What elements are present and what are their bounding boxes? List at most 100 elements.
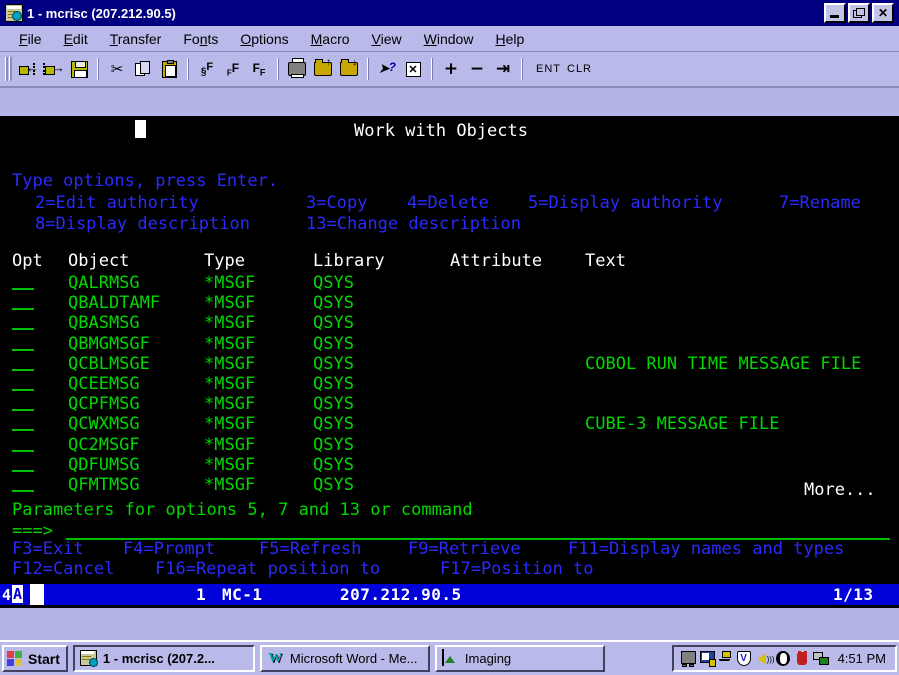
open-folder-up-icon[interactable]: ↑ <box>310 56 336 82</box>
cell-library: QSYS <box>313 475 354 495</box>
start-button[interactable]: Start <box>2 645 68 672</box>
column-header-opt: Opt <box>12 251 43 271</box>
paste-icon[interactable] <box>156 56 182 82</box>
option-7-rename: 7=Rename <box>779 193 861 213</box>
oia-indicators: 4A <box>2 584 24 605</box>
menu-fonts[interactable]: Fonts <box>172 29 229 49</box>
opt-input-field[interactable] <box>12 368 34 371</box>
option-13-change-description: 13=Change description <box>306 214 521 234</box>
oia-system-name: MC-1 <box>222 585 263 604</box>
oia-host-address: 207.212.90.5 <box>340 585 462 604</box>
save-icon[interactable] <box>66 56 92 82</box>
toolbar-separator-4 <box>367 58 369 80</box>
display-properties-icon[interactable] <box>680 650 697 667</box>
taskbar-item-mcrisc[interactable]: 1 - mcrisc (207.2... <box>72 645 255 672</box>
opt-input-field[interactable] <box>12 449 34 452</box>
oia-shift-indicator: 4 <box>2 585 12 604</box>
terminal-screen[interactable]: Work with Objects Type options, press En… <box>0 116 899 580</box>
menu-view-label: iew <box>380 30 402 47</box>
opt-input-field[interactable] <box>12 469 34 472</box>
window-titlebar: 1 - mcrisc (207.212.90.5) ✕ <box>0 0 899 26</box>
toolbar-separator-6 <box>521 58 523 80</box>
menu-options-label: ptions <box>251 30 289 47</box>
fkey-f16-repeat[interactable]: F16=Repeat position to <box>155 557 380 580</box>
close-button[interactable]: ✕ <box>872 3 894 23</box>
taskbar-item-label: 1 - mcrisc (207.2... <box>102 651 215 666</box>
menu-edit-label: dit <box>72 30 88 47</box>
tab-icon[interactable]: ⇥ <box>490 56 516 82</box>
antivirus-shield-icon[interactable]: V <box>736 650 754 667</box>
send-file-icon[interactable]: → <box>40 56 66 82</box>
toolbar-separator-1 <box>97 58 99 80</box>
menu-file[interactable]: File <box>8 29 53 49</box>
print-icon[interactable] <box>284 56 310 82</box>
restore-button[interactable] <box>848 3 870 23</box>
windows-logo-icon <box>7 650 24 667</box>
network-connection-icon[interactable] <box>812 651 830 667</box>
context-help-icon[interactable]: ➤? <box>374 56 400 82</box>
volume-speaker-icon[interactable]: ))) <box>756 651 775 667</box>
option-8-display-description: 8=Display description <box>35 214 250 234</box>
menu-options[interactable]: Options <box>229 29 299 49</box>
taskbar-item-word[interactable]: W Microsoft Word - Me... <box>259 645 430 672</box>
opt-input-field[interactable] <box>12 409 34 412</box>
cut-icon[interactable]: ✂ <box>104 56 130 82</box>
taskbar-item-label: Imaging <box>464 651 512 666</box>
menu-view[interactable]: View <box>361 29 413 49</box>
toolbar-separator-2 <box>187 58 189 80</box>
opt-input-field[interactable] <box>12 389 34 391</box>
fkey-f11-display-names[interactable]: F11=Display names and types <box>568 537 844 562</box>
minimize-button[interactable] <box>824 3 846 23</box>
oia-session-id: 1 <box>196 585 207 604</box>
menu-file-label: ile <box>27 30 42 47</box>
menu-window[interactable]: Window <box>413 29 485 49</box>
opt-input-field[interactable] <box>12 490 34 492</box>
cell-text: COBOL RUN TIME MESSAGE FILE <box>585 353 862 374</box>
opt-input-field[interactable] <box>12 288 34 290</box>
opt-input-field[interactable] <box>12 348 34 351</box>
zoom-in-icon[interactable]: + <box>438 56 464 82</box>
menu-transfer-label: ransfer <box>117 30 162 47</box>
font-size-small-icon[interactable]: §F <box>194 56 220 82</box>
stop-icon[interactable]: ✕ <box>400 56 426 82</box>
taskbar-item-imaging[interactable]: Imaging <box>434 645 605 672</box>
imaging-icon <box>441 649 460 667</box>
fkey-f17-position[interactable]: F17=Position to <box>440 557 594 580</box>
toolbar-grip[interactable] <box>4 57 12 81</box>
eudora-icon[interactable] <box>775 650 792 667</box>
opt-input-field[interactable] <box>12 429 34 432</box>
network-monitor-icon[interactable] <box>699 650 716 667</box>
oia-input-mode: A <box>12 584 24 605</box>
menu-help[interactable]: Help <box>484 29 535 49</box>
toolbar-separator-5 <box>431 58 433 80</box>
menu-transfer[interactable]: Transfer <box>99 29 173 49</box>
devil-icon[interactable] <box>794 650 811 667</box>
font-size-medium-icon[interactable]: FF <box>220 56 246 82</box>
taskbar-clock[interactable]: 4:51 PM <box>838 651 889 666</box>
opt-input-field[interactable] <box>12 328 34 331</box>
windows-taskbar: Start 1 - mcrisc (207.2... W Microsoft W… <box>0 640 899 675</box>
terminal-text-grid: Work with Objects Type options, press En… <box>0 116 899 580</box>
terminal-session-icon <box>5 4 23 22</box>
receive-file-icon[interactable]: ← <box>14 56 40 82</box>
oia-cursor-position: 1/13 <box>833 585 874 604</box>
operator-information-area: 4A 1 MC-1 207.212.90.5 1/13 <box>0 580 899 608</box>
text-cursor <box>135 120 146 138</box>
clr-key-button[interactable]: CLR <box>567 63 592 75</box>
system-tray: V ))) 4:51 PM <box>671 645 897 672</box>
font-size-large-icon[interactable]: FF <box>246 56 272 82</box>
terminal-emulator-window: 1 - mcrisc (207.212.90.5) ✕ File Edit Tr… <box>0 0 899 675</box>
copy-icon[interactable] <box>130 56 156 82</box>
opt-input-field[interactable] <box>12 308 34 311</box>
cell-text: CUBE-3 MESSAGE FILE <box>585 414 780 435</box>
ent-key-button[interactable]: ENT <box>536 63 561 75</box>
menu-edit[interactable]: Edit <box>53 29 99 49</box>
fkey-f12-cancel[interactable]: F12=Cancel <box>12 557 114 580</box>
open-folder-down-icon[interactable]: ↓ <box>336 56 362 82</box>
cell-type: *MSGF <box>204 475 256 495</box>
power-plug-icon[interactable] <box>718 650 735 667</box>
menu-macro[interactable]: Macro <box>300 29 361 49</box>
menu-macro-label: acro <box>322 30 350 47</box>
zoom-out-icon[interactable]: − <box>464 56 490 82</box>
more-indicator: More... <box>804 480 876 500</box>
